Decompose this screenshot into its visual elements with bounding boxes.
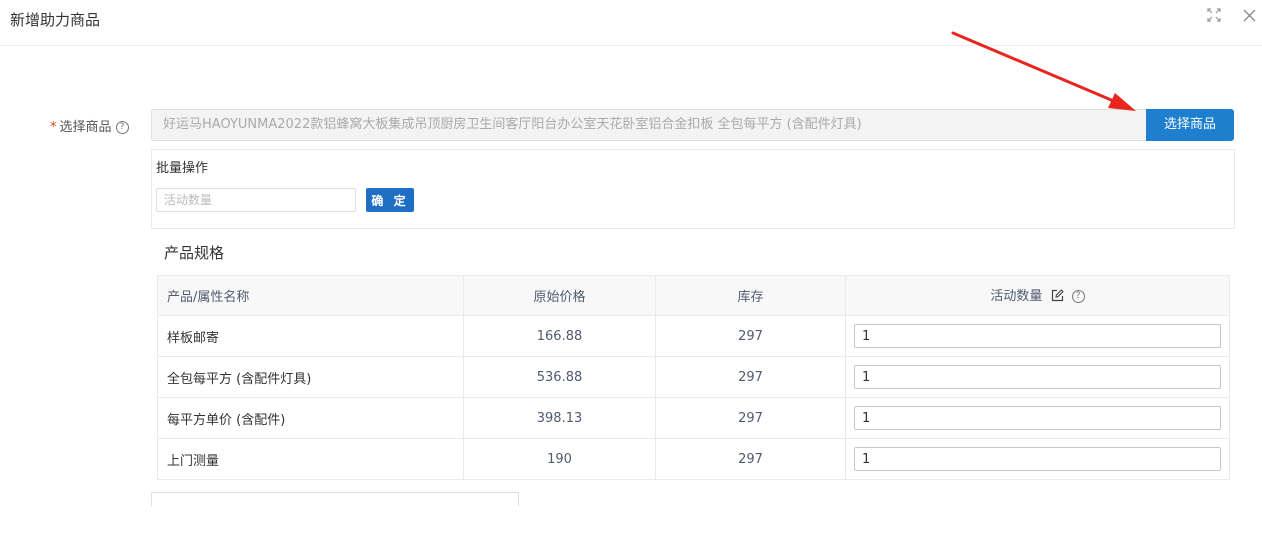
question-circle-icon[interactable]: ? (115, 121, 129, 134)
cell-price: 166.88 (463, 315, 656, 357)
table-row: 每平方单价 (含配件) 398.13 297 (157, 397, 1230, 439)
question-circle-icon[interactable]: ? (1071, 290, 1085, 303)
cell-stock: 297 (655, 315, 846, 357)
table-row: 全包每平方 (含配件灯具) 536.88 297 (157, 356, 1230, 398)
cell-price: 536.88 (463, 356, 656, 398)
dialog-title: 新增助力商品 (10, 11, 101, 29)
cell-quantity (845, 438, 1230, 480)
select-product-button[interactable]: 选择商品 (1146, 109, 1234, 141)
cell-quantity (845, 356, 1230, 398)
close-icon[interactable] (1243, 8, 1256, 26)
batch-quantity-input[interactable] (156, 188, 356, 212)
quantity-input[interactable] (854, 324, 1221, 348)
cell-stock: 297 (655, 356, 846, 398)
spec-section-title: 产品规格 (164, 244, 225, 262)
confirm-button[interactable]: 确 定 (366, 188, 414, 212)
product-form-label: * 选择商品? (50, 116, 129, 135)
selected-product-field: 好运马HAOYUNMA2022款铝蜂窝大板集成吊顶厨房卫生间客厅阳台办公室天花卧… (151, 109, 1147, 141)
quantity-input[interactable] (854, 365, 1221, 389)
cell-name: 每平方单价 (含配件) (157, 397, 464, 439)
cell-stock: 297 (655, 438, 846, 480)
product-label-text: 选择商品 (59, 120, 112, 135)
table-row: 样板邮寄 166.88 297 (157, 315, 1230, 357)
batch-title: 批量操作 (156, 161, 209, 176)
header-quantity-label: 活动数量 (990, 289, 1043, 304)
partial-field-below (151, 492, 519, 506)
header-quantity: 活动数量 ? (845, 275, 1230, 316)
cell-stock: 297 (655, 397, 846, 439)
cell-price: 398.13 (463, 397, 656, 439)
header-stock: 库存 (655, 275, 846, 316)
table-header-row: 产品/属性名称 原始价格 库存 活动数量 ? (157, 275, 1230, 316)
quantity-input[interactable] (854, 406, 1221, 430)
table-row: 上门测量 190 297 (157, 438, 1230, 480)
cell-quantity (845, 315, 1230, 357)
required-mark: * (50, 120, 57, 135)
cell-name: 上门测量 (157, 438, 464, 480)
dialog-header: 新增助力商品 (0, 0, 1262, 46)
edit-icon[interactable] (1051, 289, 1064, 306)
fullscreen-icon[interactable] (1207, 8, 1221, 26)
quantity-input[interactable] (854, 447, 1221, 471)
spec-table: 产品/属性名称 原始价格 库存 活动数量 ? 样板邮寄 166.88 297 全… (157, 275, 1230, 480)
cell-name: 样板邮寄 (157, 315, 464, 357)
header-price: 原始价格 (463, 275, 656, 316)
cell-quantity (845, 397, 1230, 439)
cell-price: 190 (463, 438, 656, 480)
cell-name: 全包每平方 (含配件灯具) (157, 356, 464, 398)
header-name: 产品/属性名称 (157, 275, 464, 316)
batch-operation-panel: 批量操作 确 定 (151, 149, 1235, 229)
